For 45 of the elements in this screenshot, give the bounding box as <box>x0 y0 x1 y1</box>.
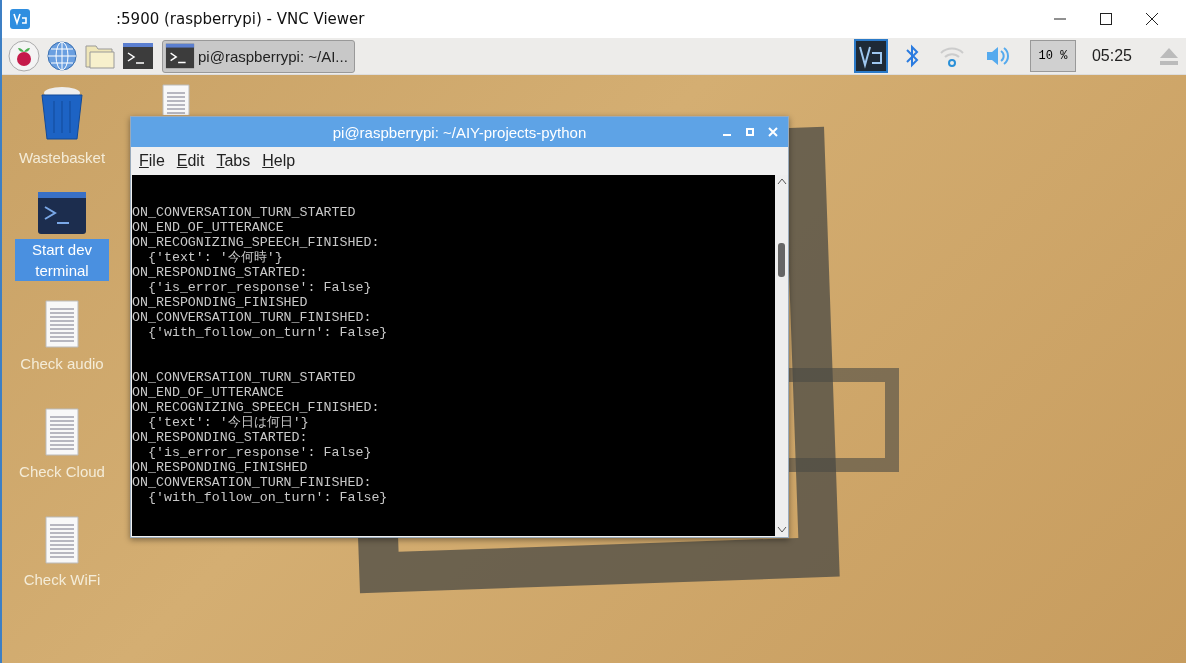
terminal-line: {'text': '今何時'} <box>146 250 284 265</box>
vnc-logo-icon <box>10 9 30 29</box>
bluetooth-icon[interactable] <box>903 42 920 70</box>
terminal-line: ON_CONVERSATION_TURN_FINISHED: <box>132 310 373 325</box>
terminal-line: ON_RESPONDING_FINISHED <box>132 460 309 475</box>
clock[interactable]: 05:25 <box>1091 47 1132 65</box>
terminal-title: pi@raspberrypi: ~/AIY-projects-python <box>332 123 587 141</box>
terminal-icon[interactable] <box>37 191 87 235</box>
document-icon[interactable] <box>42 407 82 457</box>
scrollbar-thumb[interactable] <box>778 243 785 277</box>
menu-item[interactable]: Tabs <box>216 152 251 170</box>
task-button[interactable]: pi@raspberrypi: ~/AI... <box>162 39 355 73</box>
terminal-line: ON_RECOGNIZING_SPEECH_FINISHED: <box>132 400 381 415</box>
menu-item[interactable]: File <box>139 152 165 170</box>
terminal-line: {'is_error_response': False} <box>146 280 373 295</box>
document-icon[interactable] <box>42 515 82 565</box>
scroll-up-icon[interactable] <box>776 177 787 185</box>
raspberry-menu-icon[interactable] <box>8 40 40 72</box>
terminal-line: ON_END_OF_UTTERANCE <box>132 385 285 400</box>
vnc-tray-icon[interactable] <box>853 39 888 73</box>
terminal-line: ON_CONVERSATION_TURN_STARTED <box>132 205 357 220</box>
terminal-line: ON_END_OF_UTTERANCE <box>132 220 285 235</box>
scrollbar[interactable] <box>775 175 788 536</box>
window-title: :5900 (raspberrypi) - VNC Viewer <box>116 10 365 28</box>
cpu-usage-monitor[interactable]: 10 % <box>1029 40 1076 72</box>
terminal-line: ON_RESPONDING_STARTED: <box>132 430 309 445</box>
maximize-icon[interactable] <box>1100 13 1112 25</box>
terminal-line: {'with_follow_on_turn': False} <box>146 325 389 340</box>
document-icon[interactable] <box>42 299 82 349</box>
terminal-line: ON_CONVERSATION_TURN_FINISHED: <box>132 475 373 490</box>
terminal-line: ON_RECOGNIZING_SPEECH_FINISHED: <box>132 235 381 250</box>
terminal-line: {'with_follow_on_turn': False} <box>146 490 389 505</box>
terminal-icon[interactable] <box>122 40 154 72</box>
terminal-line: ON_CONVERSATION_TURN_STARTED <box>132 370 357 385</box>
terminal-line: ON_RESPONDING_FINISHED <box>132 295 309 310</box>
scroll-down-icon[interactable] <box>776 526 787 534</box>
terminal-line: {'is_error_response': False} <box>146 445 373 460</box>
terminal-line: {'text': '今日は何日'} <box>146 415 310 430</box>
globe-icon[interactable] <box>46 40 78 72</box>
terminal-line: ON_RESPONDING_STARTED: <box>132 265 309 280</box>
eject-icon[interactable] <box>1158 46 1180 66</box>
close-icon[interactable] <box>1146 13 1158 25</box>
terminal-icon <box>165 41 195 71</box>
menu-item[interactable]: Edit <box>176 152 205 170</box>
menu-item[interactable]: Help <box>262 152 296 170</box>
